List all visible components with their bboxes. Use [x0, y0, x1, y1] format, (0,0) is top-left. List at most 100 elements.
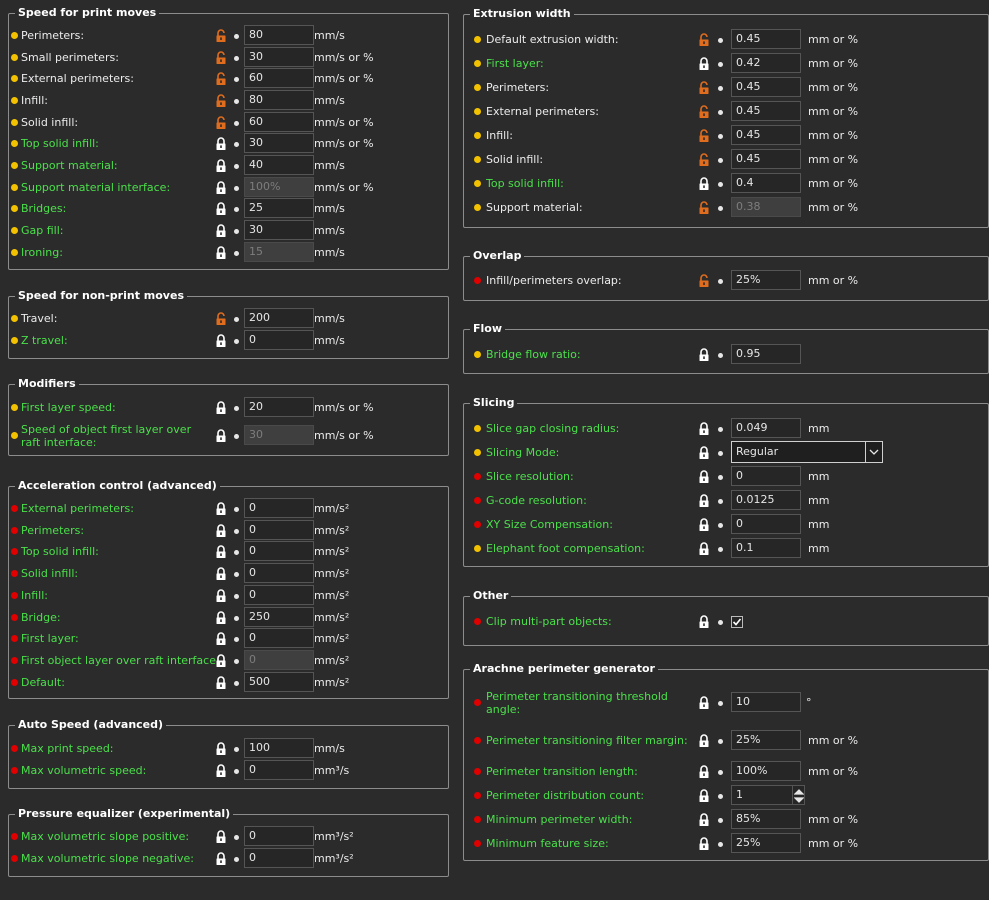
- value-input-slice-resolution[interactable]: 0: [731, 466, 801, 486]
- value-input-first-layer[interactable]: 0: [244, 628, 314, 648]
- value-input-first-layer-speed[interactable]: 20: [244, 397, 314, 417]
- value-input-support-material[interactable]: 40: [244, 155, 314, 175]
- unlocked-lock-icon[interactable]: [698, 153, 710, 167]
- value-input-solid-infill[interactable]: 60: [244, 112, 314, 132]
- locked-lock-icon[interactable]: [698, 615, 710, 629]
- value-input-top-solid-infill[interactable]: 30: [244, 133, 314, 153]
- value-input-max-volumetric-slope-negative[interactable]: 0: [244, 848, 314, 868]
- value-input-slice-gap-closing-radius[interactable]: 0.049: [731, 418, 801, 438]
- locked-lock-icon[interactable]: [215, 830, 227, 844]
- locked-lock-icon[interactable]: [698, 422, 710, 436]
- locked-lock-icon[interactable]: [698, 348, 710, 362]
- locked-lock-icon[interactable]: [215, 137, 227, 151]
- clip-multipart-checkbox[interactable]: [731, 616, 743, 628]
- locked-lock-icon[interactable]: [215, 545, 227, 559]
- locked-lock-icon[interactable]: [215, 401, 227, 415]
- value-input-small-perimeters[interactable]: 30: [244, 47, 314, 67]
- value-input-perimeters[interactable]: 0: [244, 520, 314, 540]
- locked-lock-icon[interactable]: [215, 764, 227, 778]
- value-input-perimeters[interactable]: 0.45: [731, 77, 801, 97]
- locked-lock-icon[interactable]: [215, 246, 227, 260]
- locked-lock-icon[interactable]: [698, 734, 710, 748]
- slicing-mode-select[interactable]: Regular: [731, 441, 883, 463]
- locked-lock-icon[interactable]: [215, 567, 227, 581]
- locked-lock-icon[interactable]: [698, 177, 710, 191]
- unlocked-lock-icon[interactable]: [215, 51, 227, 65]
- locked-lock-icon[interactable]: [215, 524, 227, 538]
- chevron-down-icon[interactable]: [865, 442, 882, 462]
- value-input-xy-size-compensation[interactable]: 0: [731, 514, 801, 534]
- locked-lock-icon[interactable]: [215, 654, 227, 668]
- value-input-top-solid-infill[interactable]: 0.4: [731, 173, 801, 193]
- locked-lock-icon[interactable]: [698, 470, 710, 484]
- locked-lock-icon[interactable]: [215, 224, 227, 238]
- value-input-top-solid-infill[interactable]: 0: [244, 541, 314, 561]
- locked-lock-icon[interactable]: [698, 446, 710, 460]
- unlocked-lock-icon[interactable]: [698, 129, 710, 143]
- locked-lock-icon[interactable]: [698, 542, 710, 556]
- value-input-external-perimeters[interactable]: 0: [244, 498, 314, 518]
- setting-row-perimeters: Perimeters: 0 mm/s²: [9, 520, 448, 542]
- value-input-max-volumetric-slope-positive[interactable]: 0: [244, 826, 314, 846]
- unlocked-lock-icon[interactable]: [215, 72, 227, 86]
- locked-lock-icon[interactable]: [215, 676, 227, 690]
- value-input-infill[interactable]: 80: [244, 90, 314, 110]
- value-input-solid-infill[interactable]: 0: [244, 563, 314, 583]
- value-input-perimeter-distribution-count[interactable]: 1: [731, 785, 793, 805]
- locked-lock-icon[interactable]: [215, 611, 227, 625]
- value-input-gap-fill[interactable]: 30: [244, 220, 314, 240]
- value-input-infill-perimeters-overlap[interactable]: 25%: [731, 270, 801, 290]
- value-input-infill[interactable]: 0: [244, 585, 314, 605]
- locked-lock-icon[interactable]: [698, 765, 710, 779]
- value-input-bridges[interactable]: 25: [244, 198, 314, 218]
- unlocked-lock-icon[interactable]: [698, 201, 710, 215]
- locked-lock-icon[interactable]: [215, 502, 227, 516]
- value-input-minimum-feature-size[interactable]: 25%: [731, 833, 801, 853]
- unlocked-lock-icon[interactable]: [698, 105, 710, 119]
- unlocked-lock-icon[interactable]: [215, 116, 227, 130]
- locked-lock-icon[interactable]: [698, 789, 710, 803]
- locked-lock-icon[interactable]: [215, 202, 227, 216]
- value-input-max-print-speed[interactable]: 100: [244, 738, 314, 758]
- unlocked-lock-icon[interactable]: [698, 274, 710, 288]
- value-input-perimeter-transition-length[interactable]: 100%: [731, 761, 801, 781]
- value-input-perimeter-transitioning-threshold-angle[interactable]: 10: [731, 692, 801, 712]
- locked-lock-icon[interactable]: [698, 813, 710, 827]
- locked-lock-icon[interactable]: [698, 494, 710, 508]
- value-input-perimeter-transitioning-filter-margin[interactable]: 25%: [731, 730, 801, 750]
- value-input-perimeters[interactable]: 80: [244, 25, 314, 45]
- locked-lock-icon[interactable]: [698, 696, 710, 710]
- unlocked-lock-icon[interactable]: [698, 33, 710, 47]
- unlocked-lock-icon[interactable]: [215, 94, 227, 108]
- value-input-bridge-flow-ratio[interactable]: 0.95: [731, 344, 801, 364]
- locked-lock-icon[interactable]: [698, 57, 710, 71]
- value-input-g-code-resolution[interactable]: 0.0125: [731, 490, 801, 510]
- value-input-external-perimeters[interactable]: 0.45: [731, 101, 801, 121]
- value-input-solid-infill[interactable]: 0.45: [731, 149, 801, 169]
- value-input-default[interactable]: 500: [244, 672, 314, 692]
- value-input-minimum-perimeter-width[interactable]: 85%: [731, 809, 801, 829]
- value-input-max-volumetric-speed[interactable]: 0: [244, 760, 314, 780]
- value-input-elephant-foot-compensation[interactable]: 0.1: [731, 538, 801, 558]
- value-input-infill[interactable]: 0.45: [731, 125, 801, 145]
- unlocked-lock-icon[interactable]: [698, 81, 710, 95]
- unlocked-lock-icon[interactable]: [215, 312, 227, 326]
- spin-stepper[interactable]: [793, 785, 805, 805]
- locked-lock-icon[interactable]: [215, 429, 227, 443]
- value-input-external-perimeters[interactable]: 60: [244, 68, 314, 88]
- value-input-bridge[interactable]: 250: [244, 607, 314, 627]
- value-input-z-travel[interactable]: 0: [244, 330, 314, 350]
- locked-lock-icon[interactable]: [215, 632, 227, 646]
- locked-lock-icon[interactable]: [698, 837, 710, 851]
- locked-lock-icon[interactable]: [215, 742, 227, 756]
- locked-lock-icon[interactable]: [215, 589, 227, 603]
- locked-lock-icon[interactable]: [698, 518, 710, 532]
- value-input-first-layer[interactable]: 0.42: [731, 53, 801, 73]
- unlocked-lock-icon[interactable]: [215, 29, 227, 43]
- value-input-travel[interactable]: 200: [244, 308, 314, 328]
- locked-lock-icon[interactable]: [215, 159, 227, 173]
- value-input-default-extrusion-width[interactable]: 0.45: [731, 29, 801, 49]
- locked-lock-icon[interactable]: [215, 334, 227, 348]
- locked-lock-icon[interactable]: [215, 181, 227, 195]
- locked-lock-icon[interactable]: [215, 852, 227, 866]
